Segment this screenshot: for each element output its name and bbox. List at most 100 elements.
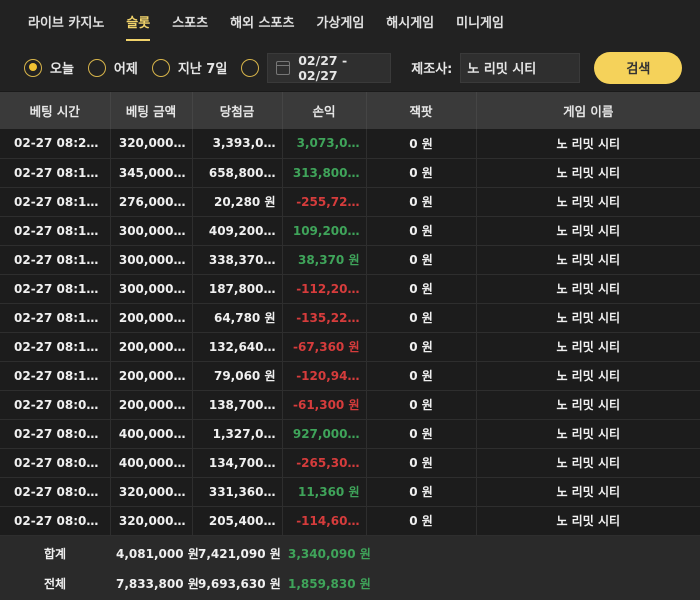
cell-bet-time: 02-27 08:17:…	[0, 187, 111, 217]
cell-bet-time: 02-27 08:10:…	[0, 361, 111, 391]
table-row: 02-27 08:17:… 276,000… 20,280 원 -255,72… 0 원…	[0, 187, 700, 217]
radio-label: 오늘	[50, 62, 74, 77]
cell-profit-loss: -112,20…	[282, 274, 367, 304]
cell-profit-loss: -61,300 원	[282, 390, 367, 420]
cell-bet-time: 02-27 08:20:…	[0, 129, 111, 159]
cell-game-name: 노 리밋 시티	[476, 216, 700, 246]
tab-overseas-sports[interactable]: 해외 스포츠	[230, 12, 294, 39]
radio-today[interactable]: 오늘	[24, 58, 74, 77]
total-pl: 1,859,830 원	[288, 577, 371, 591]
header-profit-loss: 손익	[282, 92, 367, 129]
tab-virtual-game[interactable]: 가상게임	[316, 12, 364, 39]
radio-button[interactable]	[24, 58, 42, 77]
cell-game-name: 노 리밋 시티	[476, 245, 700, 275]
table-row: 02-27 08:11:… 200,000… 132,640… -67,360 원0 …	[0, 332, 700, 362]
cell-jackpot: 0 원	[366, 477, 477, 507]
cell-profit-loss: 313,800…	[282, 158, 367, 188]
cell-bet-amount: 200,000…	[110, 390, 193, 420]
cell-game-name: 노 리밋 시티	[476, 187, 700, 217]
cell-winnings: 3,393,0…	[192, 129, 283, 159]
table-row: 02-27 08:13:… 300,000… 187,800… -112,20… 0 원…	[0, 274, 700, 304]
cell-bet-time: 02-27 08:18:…	[0, 158, 111, 188]
cell-profit-loss: -114,60…	[282, 506, 367, 536]
cell-jackpot: 0 원	[366, 158, 477, 188]
summary-win: 7,421,090 원	[198, 547, 281, 562]
radio-yesterday[interactable]: 어제	[87, 58, 138, 77]
cell-bet-amount: 276,000…	[110, 187, 193, 217]
cell-jackpot: 0 원	[366, 448, 477, 478]
date-range-value: 02/27 - 02/27	[298, 52, 348, 83]
cell-winnings: 79,060 원	[192, 361, 283, 391]
maker-input[interactable]	[460, 52, 581, 83]
cell-bet-amount: 320,000…	[110, 477, 193, 507]
cell-winnings: 1,327,0…	[192, 419, 283, 449]
cell-winnings: 331,360…	[192, 477, 283, 507]
table-row: 02-27 08:09:… 200,000… 138,700… -61,300 원0 …	[0, 390, 700, 420]
cell-game-name: 노 리밋 시티	[476, 448, 700, 478]
table-row: 02-27 08:16:… 300,000… 409,200… 109,200… 0 원…	[0, 216, 700, 246]
tab-hash-game[interactable]: 해시게임	[386, 12, 434, 39]
search-button[interactable]: 검색	[594, 51, 683, 84]
cell-bet-amount: 345,000…	[110, 158, 193, 188]
table-header-row: 베팅 시간 베팅 금액 당첨금 손익 잭팟 게임 이름	[0, 92, 700, 129]
cell-jackpot: 0 원	[366, 129, 477, 159]
header-winnings: 당첨금	[192, 92, 283, 129]
radio-label: 어제	[113, 62, 138, 77]
total-bet: 7,833,800 원	[116, 577, 199, 591]
radio-button[interactable]	[241, 58, 260, 77]
tab-slot[interactable]: 슬롯	[126, 12, 151, 41]
cell-winnings: 134,700…	[192, 448, 283, 478]
tab-sports[interactable]: 스포츠	[172, 12, 208, 39]
table-row: 02-27 08:13:… 200,000… 64,780 원 -135,22… 0 원…	[0, 303, 700, 333]
header-bet-amount: 베팅 금액	[110, 92, 193, 129]
cell-bet-amount: 300,000…	[110, 216, 193, 246]
cell-jackpot: 0 원	[366, 245, 477, 275]
cell-game-name: 노 리밋 시티	[476, 390, 700, 420]
summary-empty	[476, 535, 700, 564]
cell-winnings: 338,370…	[192, 245, 283, 275]
radio-custom-range[interactable]	[241, 58, 263, 77]
radio-last-7-days[interactable]: 지난 7일	[151, 58, 228, 77]
cell-profit-loss: 109,200…	[282, 216, 367, 246]
radio-label: 지난 7일	[177, 62, 228, 77]
cell-bet-time: 02-27 08:14:…	[0, 245, 111, 275]
table-row: 02-27 08:20:… 320,000… 3,393,0… 3,073,0… 0 원…	[0, 129, 700, 159]
summary-empty	[366, 535, 476, 564]
header-jackpot: 잭팟	[366, 92, 477, 129]
cell-winnings: 20,280 원	[192, 187, 283, 217]
radio-button[interactable]	[87, 58, 106, 77]
tab-mini-game[interactable]: 미니게임	[456, 12, 504, 39]
total-empty	[476, 564, 700, 593]
summary-pl: 3,340,090 원	[288, 547, 371, 562]
radio-button[interactable]	[151, 58, 170, 77]
cell-jackpot: 0 원	[366, 187, 477, 217]
cell-game-name: 노 리밋 시티	[476, 129, 700, 159]
filter-bar: 오늘 어제 지난 7일 02/27 - 02/27 제조사: 검색	[0, 44, 700, 92]
cell-game-name: 노 리밋 시티	[476, 361, 700, 391]
cell-profit-loss: 3,073,0…	[282, 129, 367, 159]
cell-bet-amount: 200,000…	[110, 361, 193, 391]
cell-profit-loss: 38,370 원	[282, 245, 367, 275]
cell-jackpot: 0 원	[366, 506, 477, 536]
cell-bet-amount: 300,000…	[110, 245, 193, 275]
cell-bet-amount: 320,000…	[110, 129, 193, 159]
table-row: 02-27 08:06:… 400,000… 1,327,0… 927,000… 0 원…	[0, 419, 700, 449]
maker-label: 제조사:	[411, 62, 453, 77]
cell-profit-loss: -265,30…	[282, 448, 367, 478]
tab-live-casino[interactable]: 라이브 카지노	[28, 12, 104, 39]
cell-winnings: 132,640…	[192, 332, 283, 362]
total-row: 전체 7,833,800 원 9,693,630 원 1,859,830 원	[0, 564, 700, 593]
cell-profit-loss: 11,360 원	[282, 477, 367, 507]
cell-game-name: 노 리밋 시티	[476, 303, 700, 333]
cell-winnings: 187,800…	[192, 274, 283, 304]
cell-winnings: 658,800…	[192, 158, 283, 188]
table-row: 02-27 08:05:… 400,000… 134,700… -265,30… 0 원…	[0, 448, 700, 478]
cell-bet-time: 02-27 08:02:…	[0, 477, 111, 507]
cell-game-name: 노 리밋 시티	[476, 158, 700, 188]
cell-bet-amount: 320,000…	[110, 506, 193, 536]
header-bet-time: 베팅 시간	[0, 92, 111, 129]
date-range-picker[interactable]: 02/27 - 02/27	[267, 52, 392, 83]
betting-history-table: 베팅 시간 베팅 금액 당첨금 손익 잭팟 게임 이름 02-27 08:20:…	[0, 92, 700, 593]
table-row: 02-27 08:01:… 320,000… 205,400… -114,60… 0 원…	[0, 506, 700, 536]
cell-bet-time: 02-27 08:16:…	[0, 216, 111, 246]
